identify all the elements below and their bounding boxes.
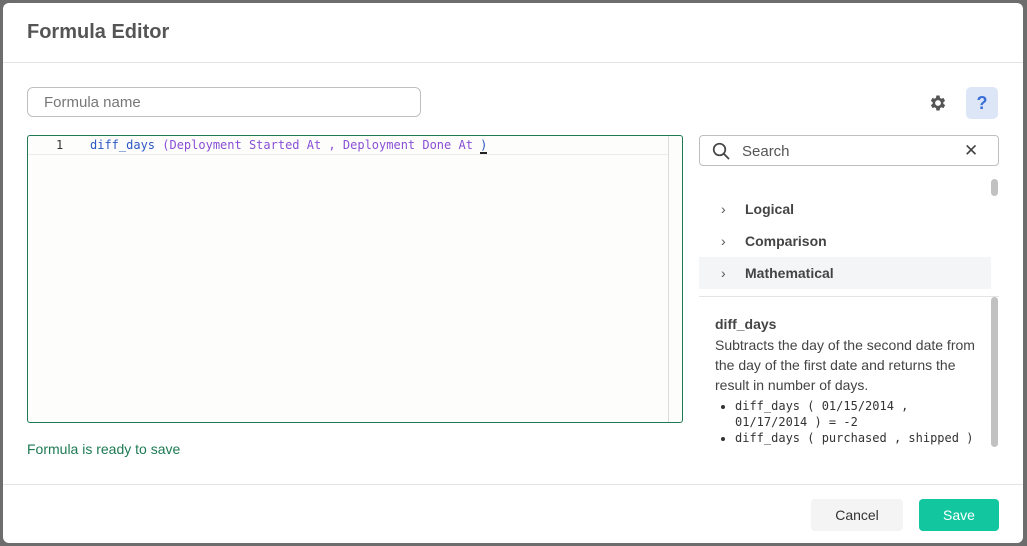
category-mathematical[interactable]: › Mathematical bbox=[699, 257, 991, 289]
category-scrollbar[interactable] bbox=[991, 179, 999, 295]
function-token: diff_days bbox=[90, 138, 156, 152]
category-comparison[interactable]: › Comparison bbox=[699, 225, 991, 257]
save-button[interactable]: Save bbox=[919, 499, 999, 531]
chevron-right-icon: › bbox=[721, 265, 726, 281]
scrollbar-thumb[interactable] bbox=[991, 297, 998, 447]
doc-title: diff_days bbox=[715, 316, 777, 332]
modal-header: Formula Editor bbox=[3, 3, 1023, 63]
modal-footer: Cancel Save bbox=[3, 484, 1023, 543]
function-search: ✕ bbox=[699, 135, 999, 166]
search-input[interactable] bbox=[740, 140, 964, 163]
editor-line: 1 diff_days (Deployment Started At , Dep… bbox=[28, 136, 668, 155]
doc-examples: diff_days ( 01/15/2014 , 01/17/2014 ) = … bbox=[715, 398, 981, 446]
doc-example: diff_days ( purchased , shipped ) bbox=[735, 430, 981, 446]
field-token-start: Deployment Started At bbox=[169, 138, 322, 152]
function-category-list: › Logical › Comparison › Mathematical bbox=[699, 193, 991, 289]
doc-example: diff_days ( 01/15/2014 , 01/17/2014 ) = … bbox=[735, 398, 981, 430]
code-line: diff_days (Deployment Started At , Deplo… bbox=[90, 138, 488, 154]
chevron-right-icon: › bbox=[721, 233, 726, 249]
gear-icon bbox=[930, 95, 946, 111]
modal-title: Formula Editor bbox=[27, 21, 170, 43]
status-message: Formula is ready to save bbox=[27, 441, 181, 457]
search-icon bbox=[712, 142, 730, 160]
function-documentation: diff_days Subtracts the day of the secon… bbox=[715, 316, 981, 446]
category-label: Comparison bbox=[745, 233, 827, 249]
line-number: 1 bbox=[56, 138, 64, 152]
doc-description: Subtracts the day of the second date fro… bbox=[715, 337, 975, 393]
panel-divider bbox=[699, 296, 999, 297]
open-paren-token: ( bbox=[155, 138, 170, 152]
close-paren-token: ) bbox=[480, 138, 488, 154]
formula-code-editor[interactable]: 1 diff_days (Deployment Started At , Dep… bbox=[27, 135, 683, 423]
doc-scrollbar[interactable] bbox=[991, 297, 999, 462]
field-token-done: Deployment Done At bbox=[342, 138, 473, 152]
clear-search-icon[interactable]: ✕ bbox=[964, 142, 978, 159]
category-label: Logical bbox=[745, 201, 795, 217]
category-logical[interactable]: › Logical bbox=[699, 193, 991, 225]
formula-editor-modal: Formula Editor ? 1 diff_days (Deployment… bbox=[3, 3, 1023, 543]
scrollbar-thumb[interactable] bbox=[991, 179, 998, 196]
chevron-right-icon: › bbox=[721, 201, 726, 217]
help-button[interactable]: ? bbox=[966, 87, 998, 119]
comma-token: , bbox=[321, 138, 343, 152]
help-icon: ? bbox=[976, 92, 988, 113]
settings-button[interactable] bbox=[922, 87, 954, 119]
editor-scrollbar[interactable] bbox=[668, 136, 669, 422]
cancel-button[interactable]: Cancel bbox=[811, 499, 903, 531]
formula-name-input[interactable] bbox=[27, 87, 421, 117]
category-label: Mathematical bbox=[745, 265, 834, 281]
